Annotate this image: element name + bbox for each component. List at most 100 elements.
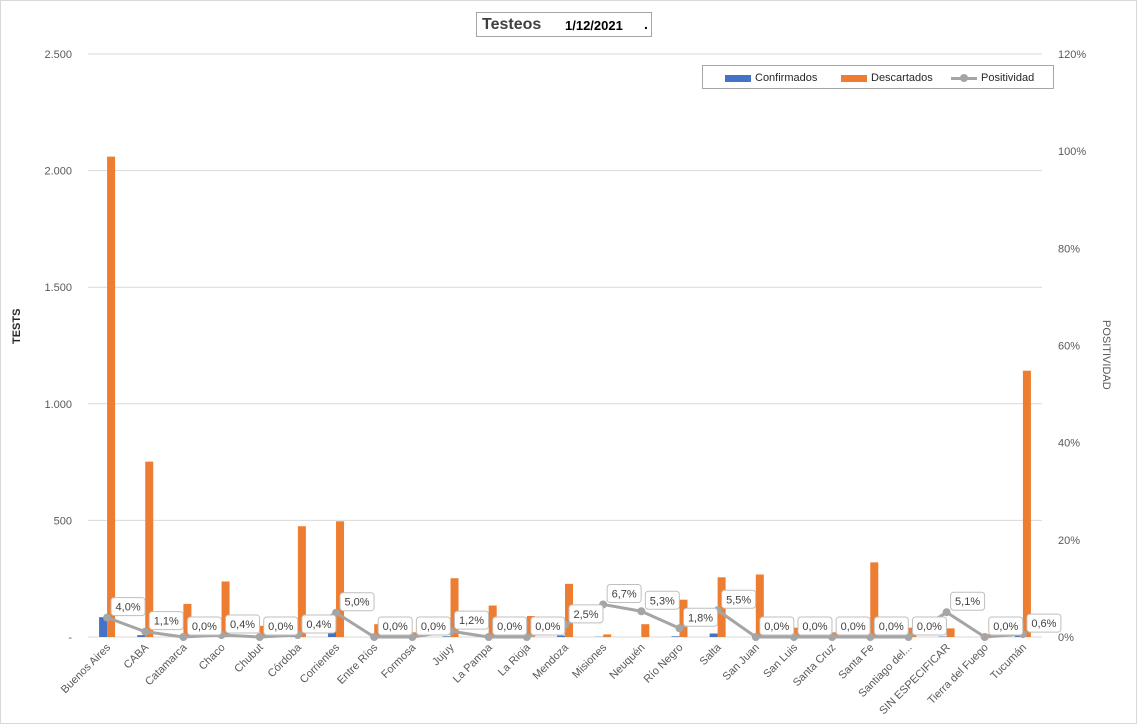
x-tick-label: La Rioja bbox=[496, 641, 534, 679]
bar-confirmados bbox=[442, 636, 451, 637]
x-tick-label: Misiones bbox=[570, 641, 610, 681]
x-tick-label: San Luis bbox=[761, 641, 800, 680]
legend-label-descartados: Descartados bbox=[871, 72, 933, 84]
positividad-point bbox=[370, 633, 379, 641]
x-tick-label: Mendoza bbox=[531, 641, 572, 682]
x-tick-label: Buenos Aires bbox=[59, 641, 114, 696]
bar-descartados bbox=[107, 156, 116, 637]
positividad-data-label: 0,4% bbox=[301, 614, 337, 634]
data-label-text: 0,0% bbox=[192, 621, 217, 633]
legend-item-descartados: Descartados bbox=[841, 71, 933, 85]
data-label-text: 2,5% bbox=[573, 609, 598, 621]
positividad-point bbox=[980, 633, 989, 641]
bar-confirmados bbox=[671, 636, 680, 637]
legend-item-confirmados: Confirmados bbox=[725, 71, 817, 85]
positividad-point bbox=[637, 607, 646, 616]
left-axis-ticks: - 500 1.000 1.500 2.000 2.500 bbox=[44, 49, 72, 644]
legend-swatch-confirmados bbox=[725, 74, 751, 82]
secondary-y-axis-title: POSITIVIDAD bbox=[1100, 320, 1112, 390]
positividad-data-label: 0,6% bbox=[1026, 613, 1062, 633]
data-label-text: 5,5% bbox=[726, 594, 751, 606]
y2-tick-label: 20% bbox=[1058, 535, 1080, 547]
data-label-text: 0,0% bbox=[841, 621, 866, 633]
x-tick-label: SIN ESPECIFICAR bbox=[877, 642, 953, 718]
positividad-data-label: 0,0% bbox=[835, 616, 871, 636]
chart-subtitle-date: 1/12/2021 bbox=[565, 18, 623, 33]
x-tick-label: Formosa bbox=[379, 641, 419, 681]
data-label-text: 1,2% bbox=[459, 615, 484, 627]
data-label-text: 0,0% bbox=[879, 621, 904, 633]
y-tick-label: 2.500 bbox=[44, 49, 72, 61]
legend-label-confirmados: Confirmados bbox=[755, 72, 818, 84]
data-label-text: 0,0% bbox=[497, 621, 522, 633]
positividad-point bbox=[942, 608, 951, 617]
positividad-data-label: 0,0% bbox=[415, 616, 451, 636]
bar-series bbox=[99, 156, 1031, 637]
positividad-point bbox=[103, 613, 112, 622]
positividad-data-label: 1,8% bbox=[682, 607, 718, 627]
y-tick-label: 1.500 bbox=[44, 282, 72, 294]
positividad-data-label: 2,5% bbox=[568, 604, 604, 624]
bar-descartados bbox=[603, 634, 612, 637]
positividad-data-label: 5,3% bbox=[644, 590, 680, 610]
data-label-text: 4,0% bbox=[116, 602, 141, 614]
bar-descartados bbox=[145, 461, 154, 637]
legend-swatch-descartados bbox=[841, 74, 867, 82]
positividad-data-label: 1,1% bbox=[148, 611, 184, 631]
positividad-data-label: 0,0% bbox=[759, 616, 795, 636]
data-label-text: 1,1% bbox=[154, 616, 179, 628]
positividad-point bbox=[141, 627, 150, 636]
y-tick-label: 1.000 bbox=[44, 399, 72, 411]
y2-tick-label: 0% bbox=[1058, 632, 1074, 644]
data-label-text: 5,1% bbox=[955, 596, 980, 608]
chart-legend: Confirmados Descartados Positividad bbox=[702, 65, 1054, 89]
x-tick-label: San Juan bbox=[721, 642, 762, 683]
gridlines bbox=[88, 53, 1042, 638]
x-tick-label: Neuquén bbox=[607, 642, 647, 682]
positividad-point bbox=[751, 633, 760, 641]
right-axis-ticks: 0% 20% 40% 60% 80% 100% 120% bbox=[1058, 49, 1086, 644]
x-tick-label: Chaco bbox=[197, 642, 228, 673]
category-labels: Buenos Aires CABACatamarca Chaco Chubut Córd… bbox=[59, 641, 1029, 717]
positividad-data-label: 5,0% bbox=[339, 592, 375, 612]
data-label-text: 0,4% bbox=[306, 619, 331, 631]
positividad-data-label: 0,0% bbox=[988, 616, 1024, 636]
chart-canvas: - 500 1.000 1.500 2.000 2.500 0% 20% 40% 60% 80% 1… bbox=[44, 49, 1086, 717]
x-tick-label: Santa Fe bbox=[836, 642, 876, 682]
positividad-data-label: 1,2% bbox=[454, 610, 490, 630]
bar-descartados bbox=[946, 628, 955, 637]
positividad-point bbox=[255, 633, 264, 641]
bar-confirmados bbox=[557, 635, 565, 637]
data-label-text: 0,0% bbox=[917, 621, 942, 633]
x-tick-label: Salta bbox=[698, 641, 725, 668]
x-tick-label: Jujuy bbox=[430, 641, 457, 668]
legend-label-positividad: Positividad bbox=[981, 72, 1035, 84]
positividad-data-label: 5,1% bbox=[950, 591, 986, 611]
y-tick-label: - bbox=[68, 632, 72, 644]
y-tick-label: 2.000 bbox=[44, 166, 72, 178]
data-label-text: 1,8% bbox=[688, 612, 713, 624]
x-tick-label: Catamarca bbox=[143, 641, 190, 688]
y2-tick-label: 80% bbox=[1058, 243, 1080, 255]
positividad-point bbox=[675, 624, 684, 633]
y2-tick-label: 60% bbox=[1058, 341, 1080, 353]
data-label-text: 0,0% bbox=[383, 621, 408, 633]
positividad-data-label: 0,0% bbox=[797, 616, 833, 636]
data-label-text: 0,0% bbox=[993, 621, 1018, 633]
positividad-data-label: 0,4% bbox=[225, 614, 261, 634]
positividad-point bbox=[179, 633, 188, 641]
y2-tick-label: 120% bbox=[1058, 49, 1086, 61]
positividad-data-label: 6,7% bbox=[606, 583, 642, 603]
legend-line-positividad bbox=[951, 73, 977, 82]
data-label-text: 5,3% bbox=[650, 595, 675, 607]
positividad-data-label: 0,0% bbox=[873, 616, 909, 636]
bar-descartados bbox=[1022, 370, 1031, 637]
legend-item-positividad: Positividad bbox=[951, 71, 1034, 85]
data-label-text: 6,7% bbox=[612, 588, 637, 600]
y2-tick-label: 100% bbox=[1058, 146, 1086, 158]
positividad-data-label: 5,5% bbox=[721, 589, 757, 609]
x-tick-label: La Pampa bbox=[451, 641, 496, 686]
chart-title: Testeos bbox=[482, 16, 542, 33]
y2-tick-label: 40% bbox=[1058, 438, 1080, 450]
positividad-data-label: 0,0% bbox=[911, 616, 947, 636]
